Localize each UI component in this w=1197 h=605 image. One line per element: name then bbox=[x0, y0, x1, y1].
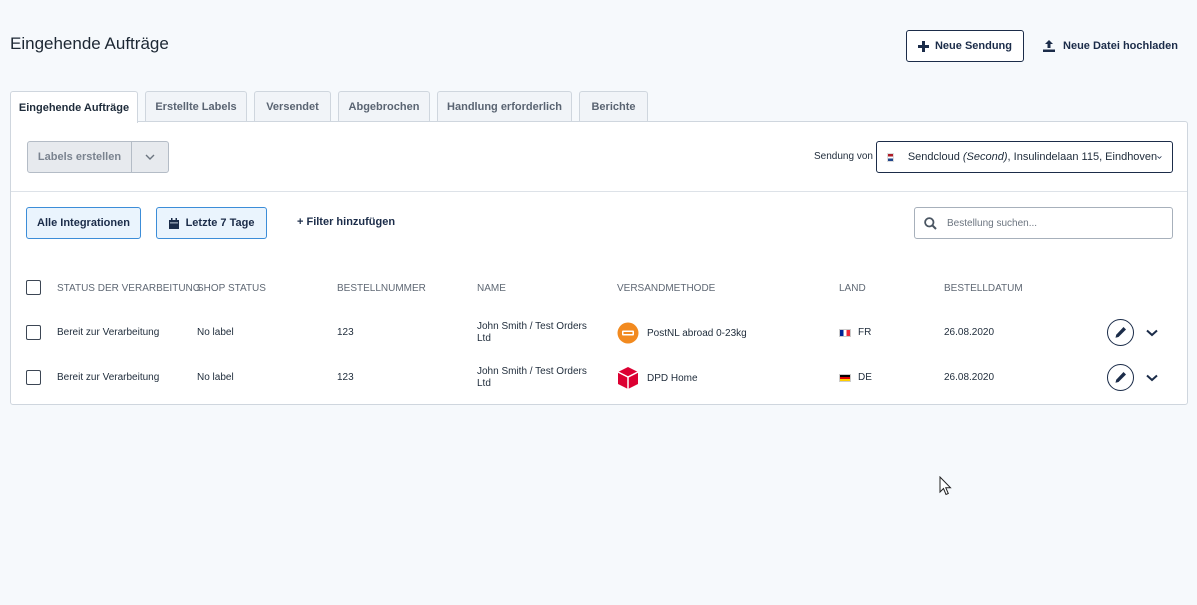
calendar-icon bbox=[168, 217, 179, 229]
row-shop-status: No label bbox=[197, 372, 234, 383]
row-status: Bereit zur Verarbeitung bbox=[57, 327, 160, 338]
divider bbox=[11, 191, 1187, 192]
column-header-order-number[interactable]: Bestellnummer bbox=[337, 283, 426, 294]
create-labels-dropdown[interactable] bbox=[132, 142, 168, 172]
row-country-code: FR bbox=[858, 327, 872, 338]
create-labels-button[interactable]: Labels erstellen bbox=[28, 142, 132, 172]
chevron-down-icon bbox=[1157, 155, 1162, 159]
add-filter-link[interactable]: + Filter hinzufügen bbox=[297, 216, 395, 228]
row-country: DE bbox=[839, 372, 872, 383]
row-shipping-method: DPD Home bbox=[617, 366, 698, 390]
row-order-number: 123 bbox=[337, 327, 354, 338]
sender-select[interactable]: Sendcloud (Second), Insulindelaan 115, E… bbox=[876, 141, 1173, 173]
tab-shipped[interactable]: Versendet bbox=[254, 91, 331, 122]
new-shipment-label: Neue Sendung bbox=[934, 40, 1012, 52]
search-icon bbox=[924, 216, 937, 230]
row-order-date: 26.08.2020 bbox=[944, 327, 995, 338]
column-header-shipping-method[interactable]: Versandmethode bbox=[617, 283, 715, 294]
tab-action-required[interactable]: Handlung erforderlich bbox=[437, 91, 572, 122]
orders-panel: Labels erstellen Sendung von Sendcloud (… bbox=[10, 121, 1188, 405]
france-flag-icon bbox=[839, 328, 851, 337]
netherlands-flag-icon bbox=[887, 152, 894, 162]
page-title: Eingehende Aufträge bbox=[10, 34, 169, 53]
column-header-shop-status[interactable]: Shop Status bbox=[197, 283, 266, 294]
row-country-code: DE bbox=[858, 372, 872, 383]
row-method-label: DPD Home bbox=[647, 372, 698, 384]
tab-created-labels[interactable]: Erstellte Labels bbox=[145, 91, 247, 122]
edit-order-button[interactable] bbox=[1107, 319, 1134, 346]
tab-cancelled[interactable]: Abgebrochen bbox=[338, 91, 430, 122]
sender-value: Sendcloud (Second), Insulindelaan 115, E… bbox=[907, 151, 1158, 163]
upload-file-button[interactable]: Neue Datei hochladen bbox=[1040, 30, 1180, 62]
row-order-date: 26.08.2020 bbox=[944, 372, 995, 383]
expand-row-chevron-icon[interactable] bbox=[1146, 329, 1158, 337]
date-filter-button[interactable]: Letzte 7 Tage bbox=[156, 207, 267, 239]
new-shipment-button[interactable]: Neue Sendung bbox=[906, 30, 1024, 62]
column-header-processing-status[interactable]: Status der Verarbeitung bbox=[57, 283, 201, 294]
row-checkbox[interactable] bbox=[26, 325, 41, 340]
row-status: Bereit zur Verarbeitung bbox=[57, 372, 160, 383]
tab-reports[interactable]: Berichte bbox=[579, 91, 648, 122]
row-checkbox[interactable] bbox=[26, 370, 41, 385]
create-labels-split-button: Labels erstellen bbox=[27, 141, 169, 173]
mouse-cursor-icon bbox=[939, 476, 952, 496]
order-search-input[interactable] bbox=[947, 217, 1147, 229]
sender-label: Sendung von bbox=[814, 151, 873, 162]
pencil-icon bbox=[1115, 327, 1126, 338]
dpd-logo-icon bbox=[617, 367, 639, 389]
pencil-icon bbox=[1115, 372, 1126, 383]
column-header-country[interactable]: Land bbox=[839, 283, 866, 294]
column-header-name[interactable]: Name bbox=[477, 283, 506, 294]
search-box bbox=[914, 207, 1173, 239]
postnl-logo-icon bbox=[617, 322, 639, 344]
expand-row-chevron-icon[interactable] bbox=[1146, 374, 1158, 382]
row-shop-status: No label bbox=[197, 327, 234, 338]
row-country: FR bbox=[839, 327, 871, 338]
chevron-down-icon bbox=[145, 154, 155, 160]
date-filter-label: Letzte 7 Tage bbox=[185, 217, 255, 229]
germany-flag-icon bbox=[839, 373, 851, 382]
plus-icon bbox=[917, 40, 929, 52]
select-all-checkbox[interactable] bbox=[26, 280, 41, 295]
row-method-label: PostNL abroad 0-23kg bbox=[647, 327, 747, 339]
integrations-filter-button[interactable]: Alle Integrationen bbox=[26, 207, 141, 239]
row-customer-name: John Smith / Test Orders Ltd bbox=[477, 321, 587, 344]
upload-file-label: Neue Datei hochladen bbox=[1063, 40, 1178, 52]
row-customer-name: John Smith / Test Orders Ltd bbox=[477, 366, 587, 389]
row-order-number: 123 bbox=[337, 372, 354, 383]
upload-icon bbox=[1043, 40, 1056, 52]
row-shipping-method: PostNL abroad 0-23kg bbox=[617, 322, 747, 344]
column-header-order-date[interactable]: Bestelldatum bbox=[944, 283, 1023, 294]
edit-order-button[interactable] bbox=[1107, 364, 1134, 391]
tab-incoming-orders[interactable]: Eingehende Aufträge bbox=[10, 91, 138, 123]
